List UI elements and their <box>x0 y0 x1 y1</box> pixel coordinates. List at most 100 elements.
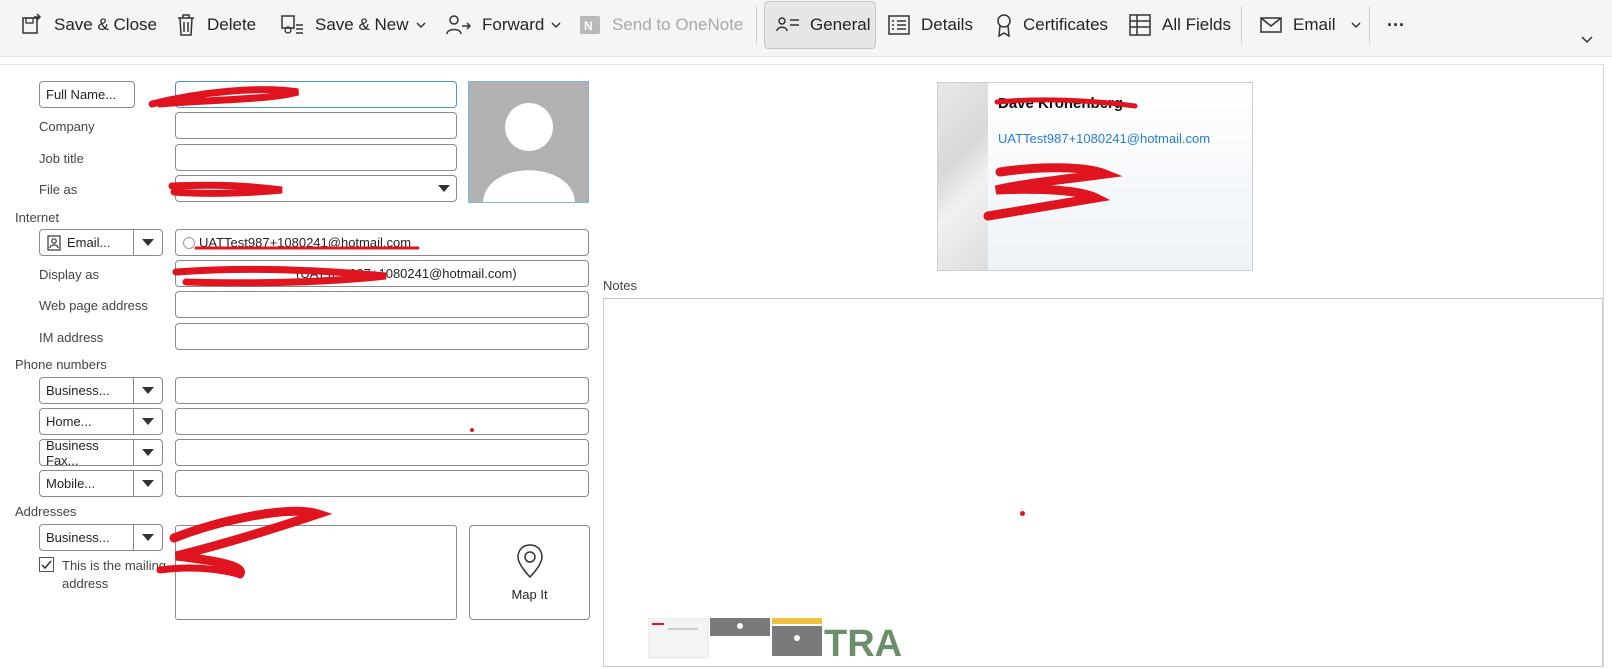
email-field[interactable]: UATTest987+1080241@hotmail.com <box>175 229 589 256</box>
phone-section-heading: Phone numbers <box>15 357 107 372</box>
phone-mobile-field[interactable] <box>175 470 589 497</box>
svg-text:N: N <box>584 19 593 33</box>
red-dot-marker <box>1020 511 1025 516</box>
im-address-field[interactable] <box>175 323 589 350</box>
phone-home-field[interactable] <box>175 408 589 435</box>
notes-label: Notes <box>603 278 637 293</box>
forward-contact-icon <box>446 15 472 35</box>
email-type-label[interactable]: Email... <box>40 230 134 255</box>
details-tab[interactable]: Details <box>887 0 973 50</box>
email-value: UATTest987+1080241@hotmail.com <box>199 235 412 250</box>
checkmark-icon <box>41 560 52 570</box>
save-close-button[interactable]: Save & Close <box>20 0 157 50</box>
card-name: Dave Kronenberg <box>998 95 1124 112</box>
all-fields-label: All Fields <box>1162 15 1231 34</box>
ribbon-divider <box>756 6 757 44</box>
mailing-address-label: This is the mailing address <box>62 558 167 591</box>
thumbnail-logo-text: TRA <box>824 623 902 664</box>
dropdown-arrow-icon <box>438 184 450 192</box>
certificate-ribbon-icon <box>997 14 1011 37</box>
display-as-label: Display as <box>39 267 99 282</box>
certificates-label: Certificates <box>1023 15 1109 34</box>
address-book-icon <box>47 234 61 251</box>
display-as-value: (UATTest987+1080241@hotmail.com) <box>296 266 517 281</box>
im-address-label: IM address <box>39 330 104 345</box>
send-to-onenote-button[interactable]: N Send to OneNote <box>578 0 743 50</box>
dropdown-arrow-icon[interactable] <box>134 409 162 434</box>
details-label: Details <box>921 15 973 34</box>
web-page-field[interactable] <box>175 291 589 318</box>
trash-icon <box>178 14 194 36</box>
dropdown-arrow-icon[interactable] <box>134 378 162 403</box>
file-as-select[interactable] <box>175 175 457 202</box>
phone-type-business[interactable]: Business... <box>39 377 163 404</box>
save-new-label: Save & New <box>315 15 409 34</box>
phone-type-business-fax[interactable]: Business Fax... <box>39 438 163 468</box>
ribbon-divider <box>1241 6 1242 44</box>
person-silhouette-icon <box>483 103 575 202</box>
email-label: Email <box>1293 15 1336 34</box>
mailing-address-checkbox[interactable] <box>39 557 54 572</box>
job-title-field[interactable] <box>175 144 457 171</box>
more-options-button[interactable]: ··· <box>1387 0 1405 50</box>
chevron-down-icon[interactable] <box>550 19 562 31</box>
phone-type-home[interactable]: Home... <box>39 408 163 435</box>
company-label: Company <box>39 119 95 134</box>
phone-business-fax-field[interactable] <box>175 439 589 466</box>
envelope-icon <box>1260 17 1282 33</box>
notes-thumbnail-images: TRA <box>647 617 948 665</box>
dropdown-arrow-icon[interactable] <box>134 230 162 255</box>
save-close-icon <box>22 13 42 34</box>
save-new-icon <box>281 15 303 34</box>
contact-photo[interactable] <box>468 81 589 203</box>
addresses-section-heading: Addresses <box>15 504 77 519</box>
dropdown-arrow-icon[interactable] <box>134 525 162 550</box>
phone-type-mobile[interactable]: Mobile... <box>39 470 163 497</box>
address-textarea[interactable] <box>175 525 457 620</box>
ribbon-divider <box>1369 6 1370 44</box>
general-label: General <box>810 15 871 34</box>
send-onenote-label: Send to OneNote <box>612 15 744 34</box>
chevron-down-icon[interactable] <box>1350 19 1362 31</box>
phone-business-field[interactable] <box>175 377 589 404</box>
file-as-label: File as <box>39 182 78 197</box>
card-email: UATTest987+1080241@hotmail.com <box>998 131 1211 146</box>
table-grid-icon <box>1129 14 1151 36</box>
forward-label: Forward <box>482 15 545 34</box>
save-new-button[interactable]: Save & New <box>279 0 427 50</box>
email-button[interactable]: Email <box>1259 0 1362 50</box>
red-dot-marker <box>470 428 474 432</box>
dropdown-arrow-icon[interactable] <box>134 440 162 465</box>
contact-card-icon <box>776 17 799 32</box>
onenote-icon: N <box>580 16 600 34</box>
map-it-button[interactable]: Map It <box>469 525 590 620</box>
address-type-splitbutton[interactable]: Business... <box>39 524 163 551</box>
forward-button[interactable]: Forward <box>446 0 562 50</box>
web-page-label: Web page address <box>39 298 148 313</box>
email-type-splitbutton[interactable]: Email... <box>39 229 163 256</box>
dropdown-arrow-icon[interactable] <box>134 471 162 496</box>
full-name-field[interactable] <box>175 81 457 108</box>
delete-button[interactable]: Delete <box>175 0 256 50</box>
display-as-field[interactable]: (UATTest987+1080241@hotmail.com) <box>175 260 589 287</box>
map-pin-icon <box>516 544 543 579</box>
internet-section-heading: Internet <box>15 210 60 225</box>
save-close-label: Save & Close <box>54 15 157 34</box>
card-image-strip <box>938 83 988 270</box>
ribbon-toolbar: Save & Close Delete Save & New Forward N… <box>0 0 1612 57</box>
delete-label: Delete <box>207 15 257 34</box>
job-title-label: Job title <box>39 151 84 166</box>
company-field[interactable] <box>175 112 457 139</box>
all-fields-tab[interactable]: All Fields <box>1128 0 1231 50</box>
details-list-icon <box>888 15 910 35</box>
map-it-label: Map It <box>511 587 548 602</box>
business-card-preview[interactable]: Dave Kronenberg UATTest987+1080241@hotma… <box>937 82 1253 271</box>
chevron-down-icon[interactable] <box>415 19 427 31</box>
general-tab[interactable]: General <box>776 0 870 50</box>
collapse-ribbon-chevron-icon[interactable] <box>1580 32 1594 46</box>
presence-circle-icon <box>183 236 195 249</box>
notes-textarea[interactable] <box>603 298 1603 667</box>
full-name-button[interactable]: Full Name... <box>39 81 135 108</box>
certificates-tab[interactable]: Certificates <box>995 0 1108 50</box>
embedded-screenshots-image: TRA <box>647 617 902 665</box>
